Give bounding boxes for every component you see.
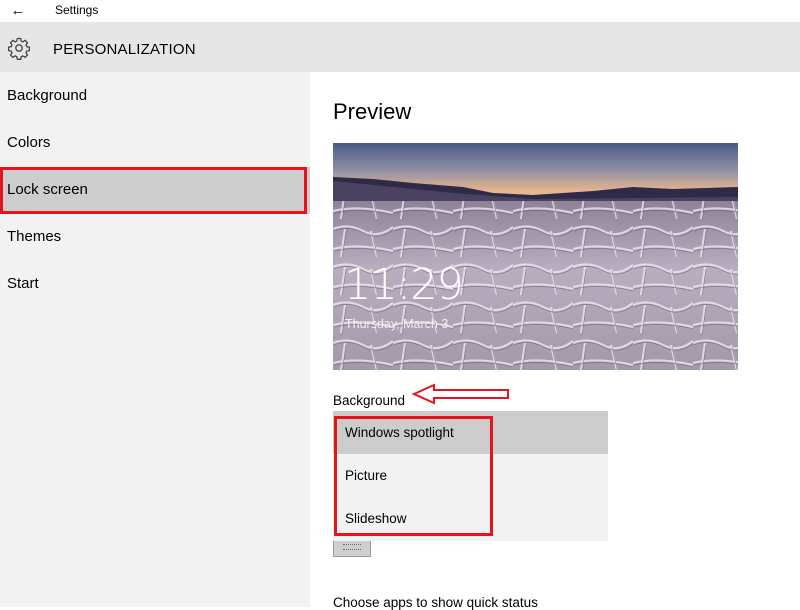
sidebar-item-label: Themes: [7, 228, 62, 245]
preview-landscape-image: [333, 143, 738, 370]
sidebar-item-start[interactable]: Start: [0, 261, 310, 308]
keyboard-icon: [343, 544, 361, 550]
page-header: PERSONALIZATION: [0, 22, 800, 72]
sidebar-item-label: Start: [7, 275, 39, 292]
annotation-arrow-icon: [412, 383, 509, 405]
gear-icon: [7, 37, 31, 60]
back-button[interactable]: ←: [8, 2, 28, 20]
keyboard-button[interactable]: [333, 541, 371, 557]
sidebar-item-label: Colors: [7, 134, 51, 151]
sidebar-item-colors[interactable]: Colors: [0, 120, 310, 167]
sidebar-item-themes[interactable]: Themes: [0, 214, 310, 261]
back-arrow-icon: ←: [10, 2, 26, 19]
preview-date: Thursday, March 3: [345, 317, 449, 331]
sidebar: Background Colors Lock screen Themes Sta…: [0, 72, 310, 607]
background-label: Background: [333, 393, 406, 408]
lock-screen-preview: 11:29 Thursday, March 3: [333, 143, 738, 370]
preview-heading: Preview: [333, 99, 412, 124]
page-title: PERSONALIZATION: [53, 41, 196, 58]
sidebar-item-label: Background: [7, 87, 88, 104]
title-bar: ← Settings: [0, 0, 800, 22]
dropdown-highlight-box: [334, 416, 493, 536]
quick-status-label: Choose apps to show quick status: [333, 595, 538, 610]
lock-screen-highlight-box: [0, 167, 307, 214]
main-content: Preview 11:29 Thursday, March 3 Backgrou…: [310, 72, 800, 610]
sidebar-item-background[interactable]: Background: [0, 73, 310, 120]
preview-clock: 11:29: [344, 260, 464, 310]
window-title: Settings: [55, 3, 99, 17]
